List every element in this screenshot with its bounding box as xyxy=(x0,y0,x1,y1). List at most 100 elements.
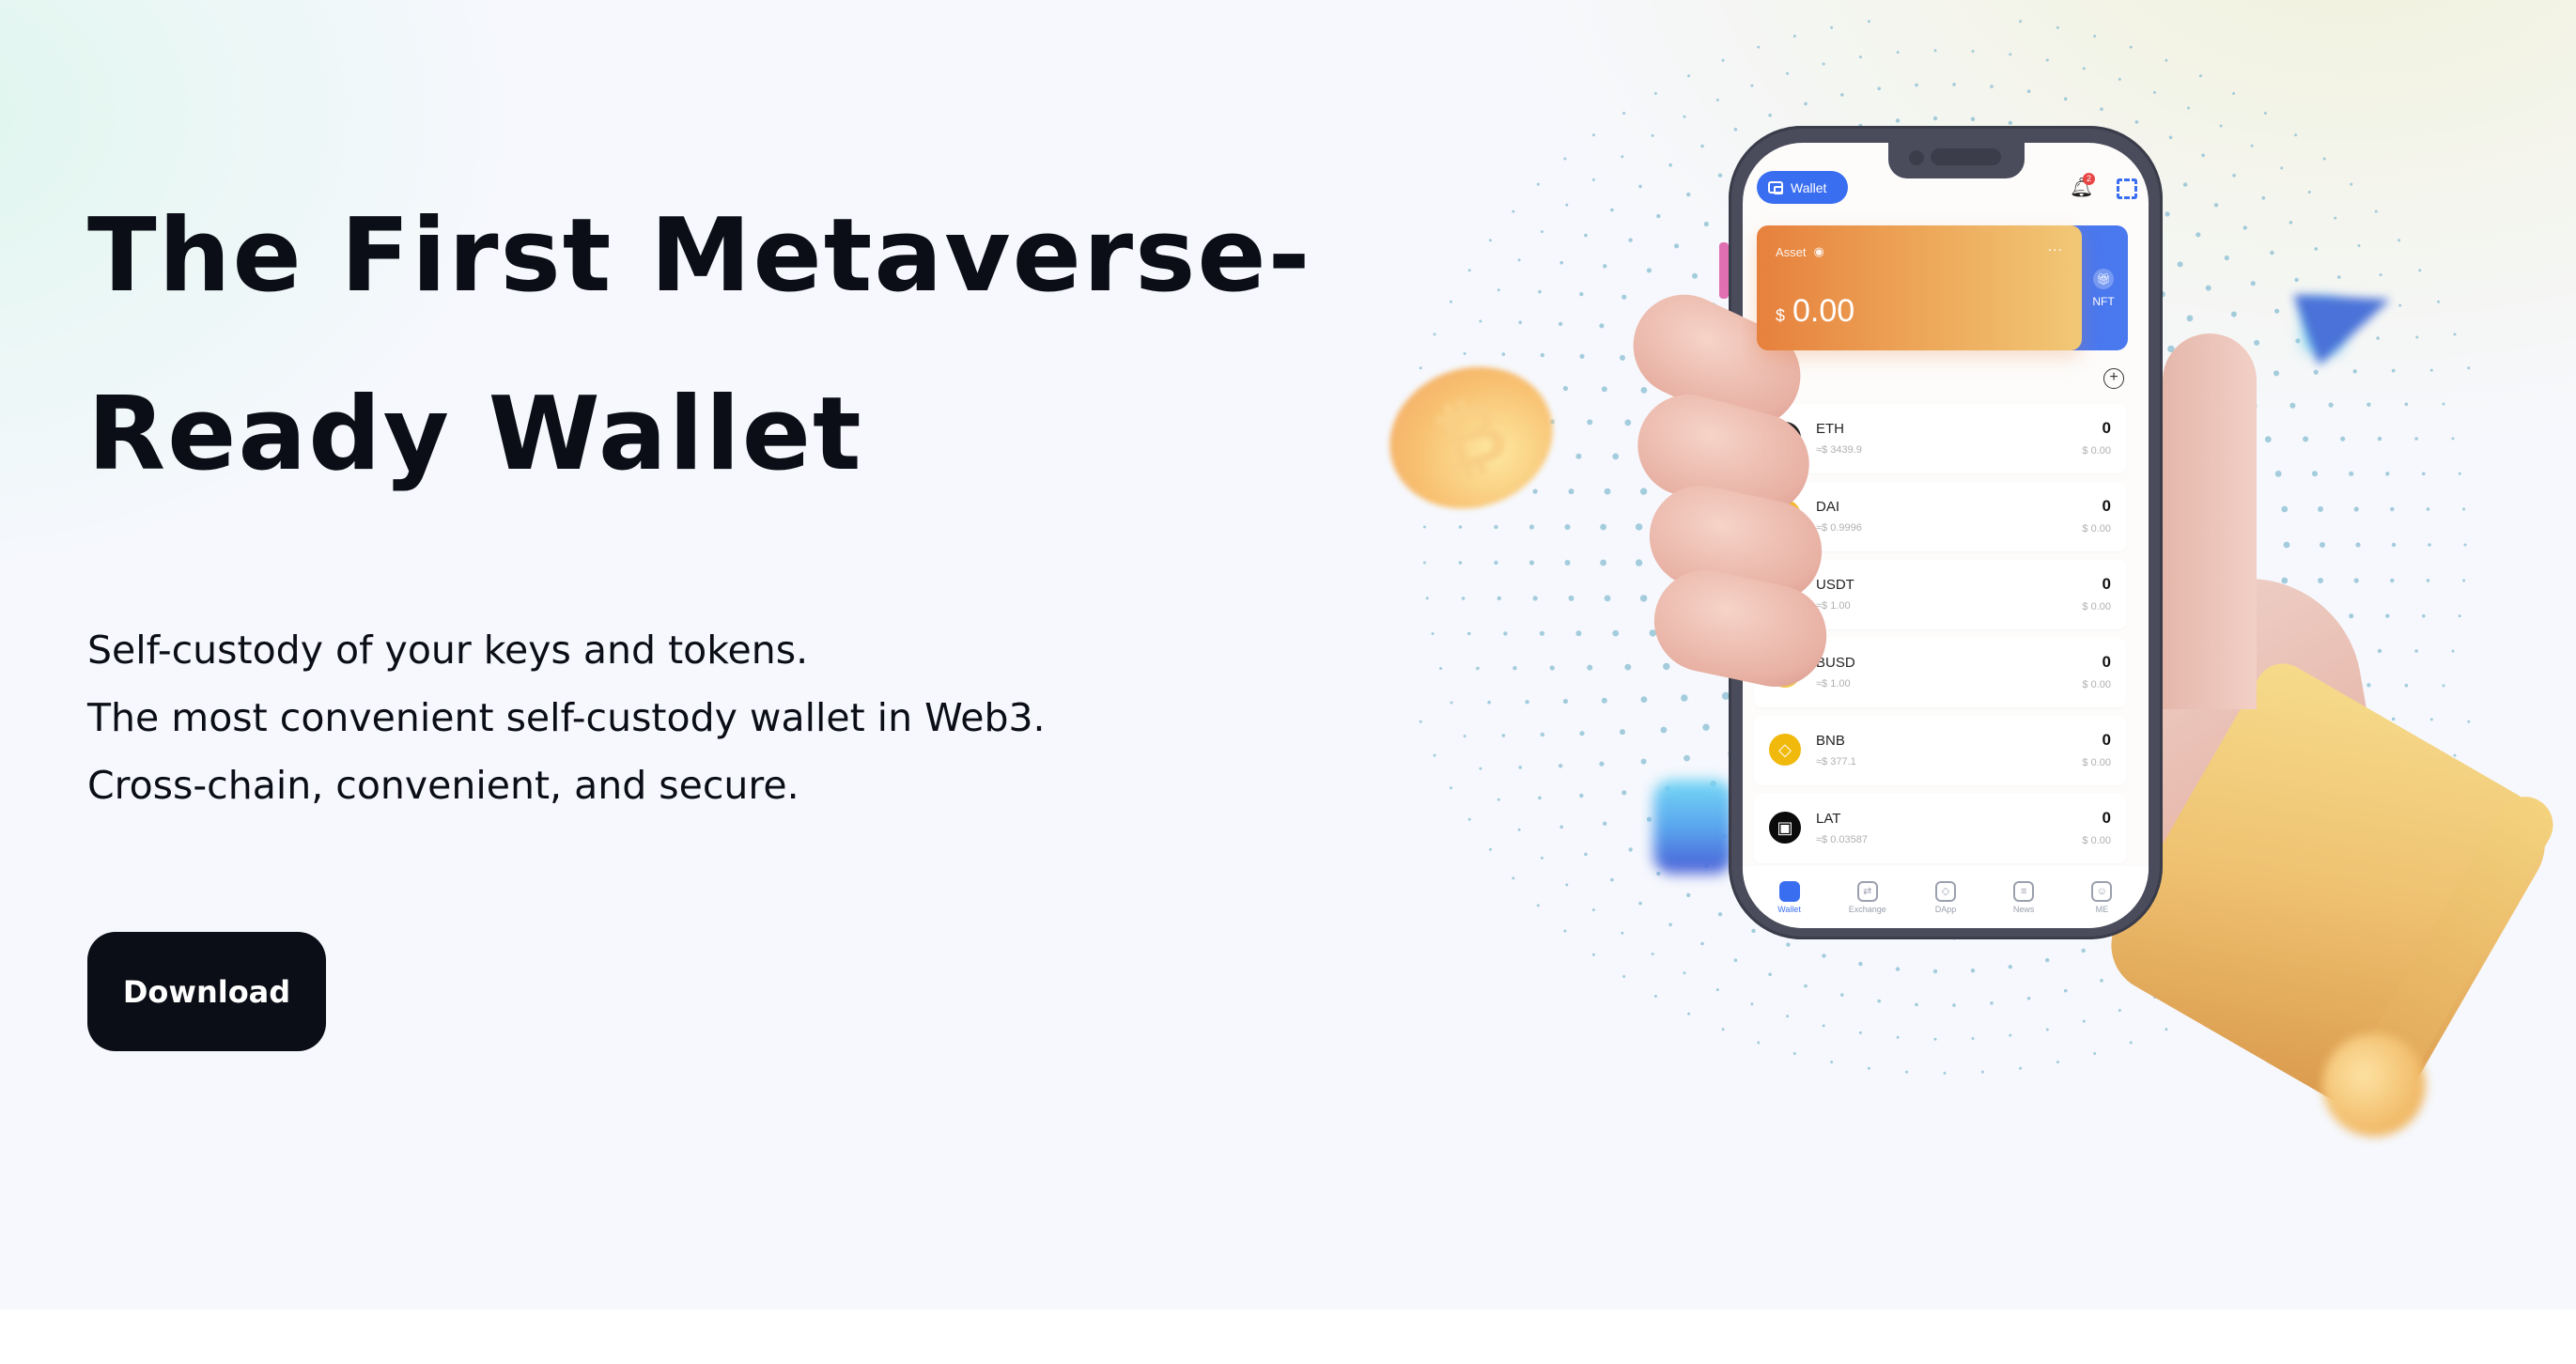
halftone-dot xyxy=(1422,525,1426,529)
halftone-dot xyxy=(2377,436,2382,442)
halftone-dot xyxy=(2063,97,2068,101)
halftone-dot xyxy=(1858,55,1862,59)
token-price: ≈$ 377.1 xyxy=(1816,756,1856,767)
halftone-dot xyxy=(1587,419,1593,426)
halftone-dot xyxy=(1895,967,1901,971)
halftone-dot xyxy=(1599,323,1605,329)
halftone-dot xyxy=(2429,718,2433,721)
halftone-dot xyxy=(1840,93,1844,97)
add-token-icon[interactable]: + xyxy=(2103,368,2124,389)
halftone-dot xyxy=(1990,1001,1994,1005)
halftone-dot xyxy=(2422,613,2426,618)
halftone-dot xyxy=(1579,291,1584,297)
halftone-dot xyxy=(1792,1052,1796,1055)
halftone-dot xyxy=(1591,908,1595,912)
halftone-dot xyxy=(1565,203,1569,207)
more-options-icon[interactable]: ... xyxy=(2048,239,2063,256)
token-row[interactable]: ◆ETH≈$ 3439.90$ 0.00 xyxy=(1754,404,2126,473)
halftone-dot xyxy=(2242,225,2247,230)
halftone-dot xyxy=(1896,51,1900,54)
token-value: $ 0.00 xyxy=(2082,679,2111,690)
halftone-dot xyxy=(1970,969,1976,973)
halftone-dot xyxy=(2186,315,2194,322)
halftone-dot xyxy=(2129,45,2133,49)
token-balance: 0 xyxy=(2102,497,2111,515)
halftone-dot xyxy=(2451,437,2455,441)
token-price: ≈$ 0.9996 xyxy=(1816,522,1862,534)
nav-item-me[interactable]: ☺ ME xyxy=(2069,880,2134,914)
halftone-dot xyxy=(1599,761,1605,767)
halftone-dot xyxy=(2100,979,2103,983)
scan-icon[interactable] xyxy=(2117,178,2137,199)
nav-label: News xyxy=(2012,904,2035,914)
halftone-dot xyxy=(2274,471,2282,477)
token-balance: 0 xyxy=(2102,575,2111,593)
description-line-2: The most convenient self-custody wallet … xyxy=(87,695,1046,740)
halftone-dot xyxy=(2056,1061,2059,1064)
download-button[interactable]: Download xyxy=(87,932,326,1051)
halftone-dot xyxy=(1656,871,1661,876)
halftone-dot xyxy=(1622,975,1626,978)
halftone-dot xyxy=(1702,723,1710,731)
halftone-dot xyxy=(1564,560,1571,566)
halftone-dot xyxy=(1575,630,1582,637)
halftone-dot xyxy=(1971,50,1975,53)
nav-item-news[interactable]: ≡ News xyxy=(1991,880,2056,914)
halftone-dot xyxy=(1532,488,1538,494)
halftone-dot xyxy=(1512,209,1515,213)
halftone-dot xyxy=(1792,35,1796,38)
halftone-dot xyxy=(2391,542,2397,548)
eye-icon[interactable]: ◉ xyxy=(1814,244,1824,259)
halftone-dot xyxy=(1651,953,1654,956)
halftone-dot xyxy=(1538,289,1542,294)
halftone-dot xyxy=(1822,953,1826,958)
halftone-dot xyxy=(1587,664,1593,671)
halftone-dot xyxy=(1700,941,1704,946)
token-balance: 0 xyxy=(2102,653,2111,671)
token-value: $ 0.00 xyxy=(2082,601,2111,612)
asset-label: Asset ◉ xyxy=(1776,244,1824,259)
halftone-dot xyxy=(2314,247,2319,251)
halftone-dot xyxy=(1867,20,1870,23)
halftone-dot xyxy=(1540,732,1544,737)
app-top-bar: Wallet 🔔︎ 2 xyxy=(1743,171,2149,209)
halftone-dot xyxy=(1751,928,1756,934)
headline: The First Metaverse- Ready Wallet xyxy=(87,167,1497,524)
halftone-dot xyxy=(2056,25,2059,29)
halftone-dot xyxy=(2367,402,2371,407)
halftone-dot xyxy=(1603,264,1607,269)
halftone-dot xyxy=(2442,684,2445,688)
halftone-dot xyxy=(1877,999,1881,1003)
yellow-ball-shape xyxy=(2322,1033,2426,1137)
asset-label-text: Asset xyxy=(1776,244,1807,259)
halftone-dot xyxy=(2008,120,2012,125)
halftone-dot xyxy=(1433,753,1436,757)
halftone-dot xyxy=(2318,506,2323,512)
halftone-dot xyxy=(2422,472,2426,476)
halftone-dot xyxy=(1612,453,1620,460)
halftone-dot xyxy=(1463,735,1466,738)
asset-card[interactable]: Asset ◉ ... $ 0.00 xyxy=(1757,225,2082,350)
halftone-dot xyxy=(2453,333,2457,336)
halftone-dot xyxy=(2404,402,2409,407)
wallet-tab-button[interactable]: Wallet xyxy=(1757,171,1848,204)
halftone-dot xyxy=(1603,821,1607,826)
halftone-dot xyxy=(1562,385,1568,392)
token-row[interactable]: ▣ LAT ≈$ 0.03587 0 $ 0.00 xyxy=(1754,794,2126,863)
token-price: ≈$ 1.00 xyxy=(1816,600,1851,612)
halftone-dot xyxy=(1529,524,1535,530)
halftone-dot xyxy=(1565,883,1569,887)
halftone-dot xyxy=(1717,912,1723,917)
halftone-dot xyxy=(1575,453,1582,459)
halftone-dot xyxy=(1467,817,1471,821)
halftone-dot xyxy=(2458,614,2461,618)
halftone-dot xyxy=(1858,961,1863,967)
nav-item-dapp[interactable]: ◇ DApp xyxy=(1913,880,1979,914)
nav-item-wallet[interactable]: ▬ Wallet xyxy=(1757,880,1823,914)
halftone-dot xyxy=(1621,931,1624,935)
token-row[interactable]: ◇ BNB ≈$ 377.1 0 $ 0.00 xyxy=(1754,716,2126,785)
halftone-dot xyxy=(1419,366,1422,370)
nav-item-exchange[interactable]: ⇄ Exchange xyxy=(1835,880,1901,914)
halftone-dot xyxy=(1549,665,1555,671)
halftone-dot xyxy=(2118,77,2121,81)
